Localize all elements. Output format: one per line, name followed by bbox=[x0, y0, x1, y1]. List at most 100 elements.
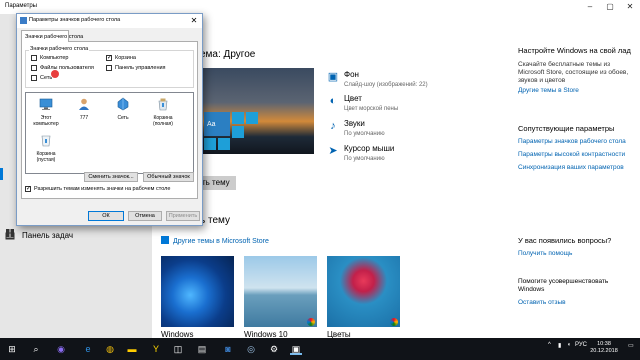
icon-user-folder[interactable]: 777 bbox=[67, 97, 101, 121]
close-window-button[interactable]: ✕ bbox=[620, 0, 640, 14]
cortana-icon[interactable]: ◉ bbox=[55, 343, 67, 355]
volume-icon[interactable]: ◖ bbox=[567, 342, 571, 348]
store-themes-link[interactable]: Другие темы в Microsoft Store bbox=[161, 236, 269, 245]
desktop-icon-settings-dialog: Параметры значков рабочего стола ✕ Значк… bbox=[16, 13, 203, 226]
sidebar-item-taskbar[interactable]: Панель задач bbox=[0, 227, 152, 245]
store-themes-right-link[interactable]: Другие темы в Store bbox=[518, 87, 636, 95]
group-label: Значки рабочего стола bbox=[29, 46, 90, 52]
sync-settings-link[interactable]: Синхронизация ваших параметров bbox=[518, 164, 636, 172]
search-icon[interactable]: ⌕ bbox=[30, 343, 42, 355]
customize-heading: Настройте Windows на свой лад bbox=[518, 46, 631, 55]
maximize-button[interactable]: ▢ bbox=[600, 0, 620, 14]
steam-icon[interactable]: ◎ bbox=[245, 343, 257, 355]
icon-label: Корзина (пустая) bbox=[36, 151, 56, 163]
theme-thumbnail bbox=[327, 256, 400, 327]
network-icon bbox=[117, 97, 129, 111]
ok-button[interactable]: ОК bbox=[88, 211, 124, 221]
dialog-title-bar: Параметры значков рабочего стола ✕ bbox=[17, 14, 202, 28]
minimize-button[interactable]: – bbox=[580, 0, 600, 14]
taskbar: ⊞ ⌕ ◉ e ◍ ▬ Y ◫ ▤ ◙ ◎ ⚙ ▣ ^ ▮ ◖ РУС 10:3… bbox=[0, 338, 640, 360]
explorer-icon[interactable]: ▬ bbox=[126, 343, 138, 355]
checkbox-label: Корзина bbox=[115, 55, 136, 61]
preview-start-tiles bbox=[204, 112, 259, 154]
network-tray-icon[interactable]: ▮ bbox=[558, 342, 561, 349]
desktop-icon-settings-link[interactable]: Параметры значков рабочего стола bbox=[518, 138, 636, 146]
palette-icon bbox=[307, 318, 315, 326]
apply-theme-heading: ь тему bbox=[200, 215, 231, 226]
feedback-heading: Помогите усовершенствовать Windows bbox=[518, 278, 609, 293]
checkbox-box[interactable] bbox=[31, 75, 37, 81]
option-value: По умолчанию bbox=[344, 156, 385, 162]
edge-icon[interactable]: e bbox=[82, 343, 94, 355]
get-help-link[interactable]: Получить помощь bbox=[518, 250, 636, 258]
palette-icon: ◐ bbox=[329, 95, 337, 107]
computer-icon bbox=[39, 98, 53, 110]
restore-default-button[interactable]: Обычный значок bbox=[143, 172, 194, 182]
store-icon[interactable]: ◫ bbox=[172, 343, 184, 355]
customize-section: Настройте Windows на свой лад Скачайте б… bbox=[518, 46, 636, 95]
store-link-label: Другие темы в Microsoft Store bbox=[173, 238, 269, 245]
palette-icon bbox=[390, 318, 398, 326]
speaker-icon: ♪ bbox=[330, 120, 336, 132]
tab-desktop-icons[interactable]: Значки рабочего стола bbox=[21, 30, 83, 42]
change-icon-button[interactable]: Сменить значок... bbox=[84, 172, 138, 182]
icon-recycle-bin-empty[interactable]: Корзина (пустая) bbox=[29, 133, 63, 163]
recycle-bin-empty-icon bbox=[41, 135, 51, 147]
related-settings-heading: Сопутствующие параметры bbox=[518, 124, 615, 133]
option-name: Цвет bbox=[344, 94, 362, 103]
apply-button[interactable]: Применить bbox=[166, 211, 200, 221]
checkbox-label: Файлы пользователя bbox=[40, 65, 94, 71]
taskbar-icon bbox=[5, 232, 15, 240]
icon-label: 777 bbox=[79, 115, 89, 121]
checkbox-box[interactable] bbox=[106, 65, 112, 71]
app-icon[interactable]: ▤ bbox=[196, 343, 208, 355]
save-theme-button[interactable]: ть тему bbox=[200, 176, 236, 190]
title-bar: Параметры – ▢ ✕ bbox=[0, 0, 640, 14]
icon-label: Корзина (полная) bbox=[153, 115, 173, 127]
app-icon[interactable]: ◙ bbox=[222, 343, 234, 355]
user-icon bbox=[79, 98, 89, 110]
theme-tile-windows[interactable]: Windows bbox=[161, 256, 234, 339]
store-bag-icon bbox=[161, 236, 169, 244]
chrome-icon[interactable]: ◍ bbox=[104, 343, 116, 355]
checkbox-label: Разрешить темам изменять значки на рабоч… bbox=[34, 186, 171, 192]
icon-network[interactable]: Сеть bbox=[106, 97, 140, 121]
option-value: По умолчанию bbox=[344, 131, 385, 137]
current-theme-title: ема: Другое bbox=[200, 49, 256, 60]
icon-this-pc[interactable]: Этот компьютер bbox=[29, 97, 63, 127]
checkbox-label: Компьютер bbox=[40, 55, 69, 61]
clock[interactable]: 10:38 20.12.2018 bbox=[586, 341, 622, 355]
option-value: Слайд-шоу (изображений: 22) bbox=[344, 82, 428, 88]
yandex-icon[interactable]: Y bbox=[150, 343, 162, 355]
checkbox-box[interactable]: ✓ bbox=[106, 55, 112, 61]
checkbox-box[interactable] bbox=[31, 55, 37, 61]
picture-icon: ▣ bbox=[327, 71, 339, 83]
questions-section: У вас появились вопросы? Получить помощь bbox=[518, 236, 636, 258]
cancel-button[interactable]: Отмена bbox=[128, 211, 162, 221]
checkbox-label: Панель управления bbox=[115, 65, 166, 71]
give-feedback-link[interactable]: Оставить отзыв bbox=[518, 299, 636, 307]
notifications-icon[interactable]: ▭ bbox=[628, 342, 634, 349]
questions-heading: У вас появились вопросы? bbox=[518, 236, 612, 245]
option-value: Цвет морской пены bbox=[344, 106, 399, 112]
theme-thumbnail bbox=[244, 256, 317, 327]
icon-recycle-bin-full[interactable]: Корзина (полная) bbox=[146, 97, 180, 127]
checkbox-box[interactable]: ✓ bbox=[25, 186, 31, 192]
recycle-bin-full-icon bbox=[158, 98, 168, 111]
tray-chevron-icon[interactable]: ^ bbox=[548, 342, 551, 348]
checkbox-box[interactable] bbox=[31, 65, 37, 71]
theme-thumbnail bbox=[161, 256, 234, 327]
checkbox-label: Сеть bbox=[40, 75, 53, 81]
close-icon[interactable]: ✕ bbox=[188, 15, 200, 27]
preview-tile-text: Aa bbox=[207, 121, 216, 128]
icon-label: Сеть bbox=[117, 115, 129, 121]
settings-gear-icon[interactable]: ⚙ bbox=[268, 343, 280, 355]
theme-tile-flowers[interactable]: Цветы bbox=[327, 256, 400, 339]
theme-tile-windows-10[interactable]: Windows 10 bbox=[244, 256, 317, 339]
mouse-pointer-highlight bbox=[51, 70, 59, 78]
windows-start-icon[interactable]: ⊞ bbox=[6, 343, 18, 355]
high-contrast-link[interactable]: Параметры высокой контрастности bbox=[518, 151, 636, 159]
desktop-icon-dialog-taskbar-icon[interactable]: ▣ bbox=[290, 343, 302, 355]
window-title: Параметры bbox=[5, 3, 37, 9]
feedback-section: Помогите усовершенствовать Windows Остав… bbox=[518, 278, 636, 307]
